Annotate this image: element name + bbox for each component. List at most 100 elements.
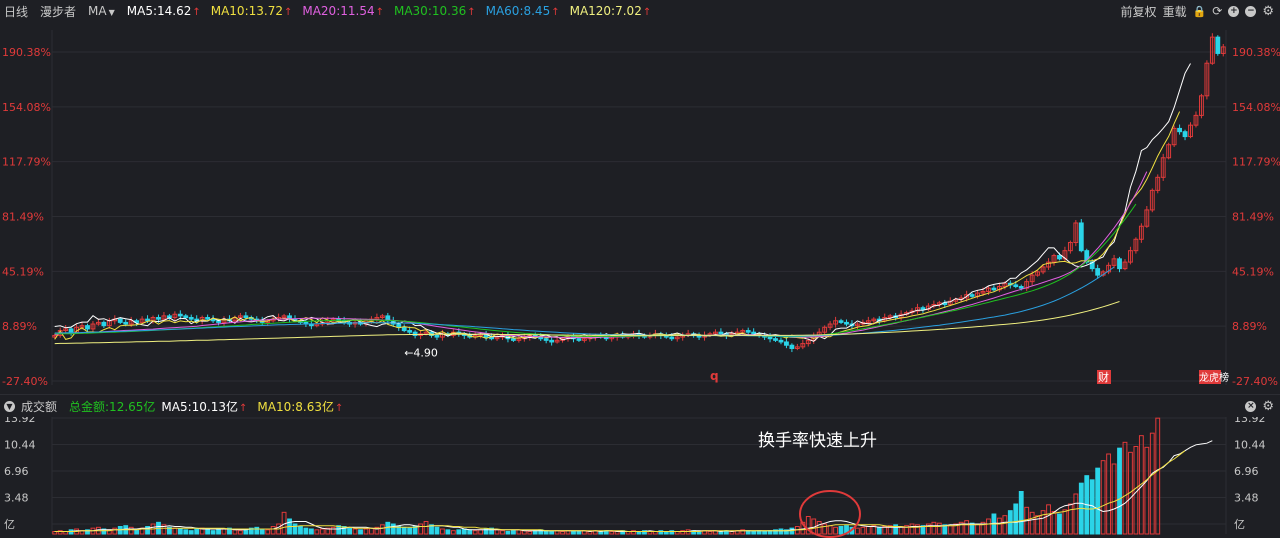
close-icon[interactable]: ×: [1245, 400, 1257, 412]
candle-body: [773, 338, 778, 341]
volume-bar: [975, 523, 980, 535]
ma-line: [54, 63, 1191, 342]
price-header: 日线 漫步者 MA ▼ MA5:14.62↑ MA10:13.72↑ MA20:11.…: [0, 0, 1280, 22]
volume-bar: [986, 518, 991, 535]
stock-name: 漫步者: [40, 4, 77, 19]
volume-bar: [1067, 503, 1073, 535]
candle-body: [117, 318, 123, 323]
reset-button[interactable]: 重载: [1163, 3, 1187, 20]
candle-body: [543, 338, 549, 341]
zoom-in-icon[interactable]: +: [1228, 5, 1240, 17]
candle-body: [101, 321, 107, 327]
candle-body: [156, 317, 161, 320]
arrow-up-icon: ↑: [283, 7, 293, 18]
volume-bar: [183, 529, 189, 535]
stock-chart: 190.38% 190.38% 154.08% 154.08% 117.79% 117.7…: [2, 11, 1280, 538]
y-tick-label-right: 45.19%: [1232, 265, 1274, 278]
fq-button[interactable]: 前复权: [1121, 3, 1157, 20]
volume-bar: [303, 527, 309, 535]
volume-bar: [390, 523, 396, 535]
volume-bar: [1057, 513, 1062, 535]
y-tick-label-left: 45.19%: [2, 265, 44, 278]
volume-ma-line: [54, 440, 1213, 533]
y-tick-label-right: -27.40%: [1232, 375, 1278, 388]
volume-bar: [855, 527, 860, 535]
arrow-up-icon: ↑: [375, 7, 384, 18]
volume-bar: [707, 531, 713, 535]
volume-bar: [876, 526, 882, 535]
y-tick-label-right: 117.79%: [1232, 156, 1280, 169]
y-tick-label-right: 154.08%: [1232, 101, 1280, 114]
candle-body: [920, 307, 926, 310]
volume-bar: [259, 528, 265, 535]
volume-bar: [1062, 509, 1068, 535]
volume-bar: [450, 530, 456, 535]
volume-bar: [996, 517, 1002, 535]
volume-bar: [461, 528, 467, 535]
volume-bar: [210, 530, 216, 535]
volume-bar: [751, 531, 757, 535]
candle-body: [549, 339, 555, 343]
ma-line: [54, 171, 1148, 339]
candle-body: [183, 315, 189, 319]
candle-body: [718, 331, 724, 335]
volume-bar: [298, 526, 303, 535]
volume-bar: [472, 530, 478, 535]
low-annotation: ←4.90: [404, 347, 438, 360]
candle-body: [1078, 222, 1084, 252]
candle-body: [434, 334, 440, 338]
period-label[interactable]: 日线: [4, 3, 28, 20]
ma-type-dropdown[interactable]: MA ▼: [88, 4, 115, 18]
volume-bar: [865, 526, 871, 535]
volume-title[interactable]: 成交额: [21, 398, 57, 415]
volume-bar: [177, 528, 183, 535]
y-tick-label-left: 154.08%: [2, 101, 51, 114]
volume-bar: [778, 528, 784, 535]
volume-bar: [838, 526, 844, 535]
candle-body: [145, 318, 150, 322]
volume-bar: [216, 529, 221, 535]
arrow-up-icon: ↑: [551, 7, 560, 18]
collapse-icon[interactable]: ▼: [4, 400, 15, 412]
volume-bar: [254, 526, 260, 535]
volume-tick-right: 6.96: [1234, 465, 1259, 478]
candle-body: [538, 336, 544, 340]
volume-bar: [352, 528, 358, 535]
gear-icon[interactable]: ⚙: [1262, 399, 1274, 414]
volume-bar: [478, 529, 484, 535]
candle-body: [401, 326, 407, 332]
volume-bar: [407, 527, 413, 535]
lock-icon[interactable]: 🔒: [1193, 5, 1207, 18]
volume-bar: [456, 529, 462, 535]
volume-bar: [434, 526, 440, 535]
candle-body: [396, 323, 402, 328]
candle-body: [1177, 127, 1182, 133]
candle-body: [243, 315, 249, 319]
volume-bar: [265, 529, 271, 535]
volume-bar: [379, 524, 385, 535]
candle-body: [767, 336, 773, 340]
volume-bar: [762, 531, 768, 535]
candle-body: [844, 321, 849, 325]
volume-ma10: MA10:8.63亿↑: [257, 399, 344, 414]
arrow-up-icon: ↑: [467, 7, 476, 18]
candle-body: [745, 330, 751, 333]
volume-tick-left: 10.44: [4, 439, 36, 452]
volume-bar: [1051, 511, 1057, 535]
refresh-icon[interactable]: ⟳: [1212, 4, 1222, 18]
volume-bar: [1117, 447, 1122, 535]
volume-bar: [194, 528, 200, 535]
volume-bar: [505, 531, 511, 535]
volume-header: ▼ 成交额 总金额:12.65亿 MA5:10.13亿↑ MA10:8.63亿↑…: [0, 394, 1280, 417]
volume-bar: [609, 531, 615, 535]
gear-icon[interactable]: ⚙: [1262, 4, 1274, 19]
ma-legend-item: MA30:10.36↑: [393, 4, 476, 18]
volume-tick-left: 6.96: [4, 465, 29, 478]
arrow-up-icon: ↑: [192, 7, 201, 18]
candle-body: [991, 287, 997, 291]
event-marker: q: [710, 369, 719, 383]
zoom-out-icon[interactable]: −: [1245, 5, 1257, 17]
y-tick-label-right: 190.38%: [1232, 46, 1280, 59]
volume-bar: [1073, 493, 1079, 535]
candle-body: [68, 328, 74, 333]
